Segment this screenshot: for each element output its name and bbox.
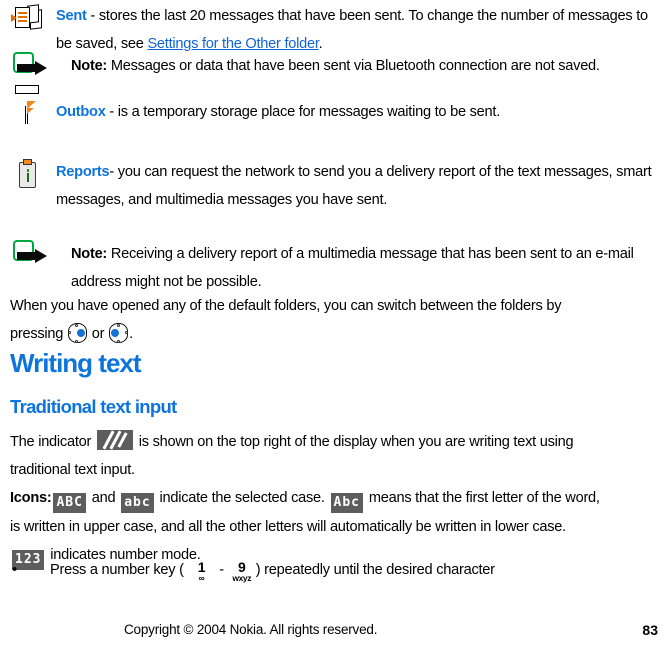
sent-description-after-link: . (318, 36, 323, 52)
bullet-marker: • (12, 562, 18, 578)
icons-text-2: indicate the selected case. (155, 490, 329, 506)
outbox-folder-text: Outbox - is a temporary storage place fo… (10, 98, 662, 126)
outbox-term: Outbox (56, 104, 106, 120)
joystick-scroll-right-icon (67, 323, 87, 343)
list-item: • Press a number key ( 1 ∞ - 9 wxyz) repea… (12, 556, 632, 584)
switch-folders-paragraph: When you have opened any of the default … (10, 292, 580, 348)
traditional-text-input-indicator-icon (96, 430, 133, 450)
bullet-text-2: - (215, 562, 228, 578)
reports-folder-block: Reports- you can request the network to … (10, 158, 662, 214)
outbox-folder-block: Outbox - is a temporary storage place fo… (10, 85, 662, 126)
number-key-9-icon: 9 wxyz (229, 560, 255, 583)
sent-term: Sent (56, 8, 87, 24)
key-9-sublabel: wxyz (232, 573, 252, 583)
reports-term: Reports (56, 164, 110, 180)
document-page: Sent - stores the last 20 messages that … (0, 0, 671, 650)
sent-folder-text: Sent - stores the last 20 messages that … (10, 2, 662, 58)
note-label: Note: (71, 246, 108, 262)
bullet-text-3: ) repeatedly until the desired character (255, 562, 495, 578)
joystick-scroll-left-icon (109, 323, 129, 343)
page-number: 83 (642, 622, 658, 638)
note-delivery-block: Note: Receiving a delivery report of a m… (13, 240, 658, 296)
icons-text-1: and (87, 490, 120, 506)
outbox-description: - is a temporary storage place for messa… (105, 104, 501, 120)
note-label: Note: (71, 58, 108, 74)
note-delivery-text: Note: Receiving a delivery report of a m… (13, 240, 658, 296)
chip-abc-uppercase-icon: ABC (53, 493, 86, 513)
note-delivery-body: Receiving a delivery report of a multime… (71, 246, 634, 290)
indicator-text-1: The indicator (10, 434, 95, 450)
chip-abc-mixedcase-icon: Abc (330, 493, 364, 513)
switch-folders-text-2: or (87, 326, 109, 342)
indicator-paragraph: The indicator is shown on the top right … (10, 428, 590, 484)
reports-description: - you can request the network to send yo… (56, 164, 652, 208)
note-bluetooth-body: Messages or data that have been sent via… (107, 58, 600, 74)
heading-traditional-text-input: Traditional text input (10, 396, 177, 417)
copyright-notice: Copyright © 2004 Nokia. All rights reser… (124, 622, 378, 637)
bullet-text: Press a number key ( 1 ∞ - 9 wxyz) repeate… (12, 556, 632, 584)
reports-folder-text: Reports- you can request the network to … (10, 158, 662, 214)
icons-label: Icons: (10, 490, 52, 506)
settings-for-other-folder-link[interactable]: Settings for the Other folder (147, 36, 318, 52)
number-key-1-icon: 1 ∞ (189, 560, 215, 583)
page-footer: Copyright © 2004 Nokia. All rights reser… (0, 620, 671, 642)
sent-folder-block: Sent - stores the last 20 messages that … (10, 2, 662, 58)
key-1-sublabel: ∞ (198, 573, 205, 583)
bullet-text-1: Press a number key ( (50, 562, 188, 578)
note-bluetooth-text: Note: Messages or data that have been se… (13, 52, 658, 80)
chip-abc-lowercase-icon: abc (121, 493, 154, 513)
heading-writing-text: Writing text (10, 348, 142, 378)
sent-description-before-link: - stores the last 20 messages that have … (56, 8, 648, 52)
note-bluetooth-block: Note: Messages or data that have been se… (13, 52, 658, 80)
switch-folders-text-3: . (129, 326, 133, 342)
